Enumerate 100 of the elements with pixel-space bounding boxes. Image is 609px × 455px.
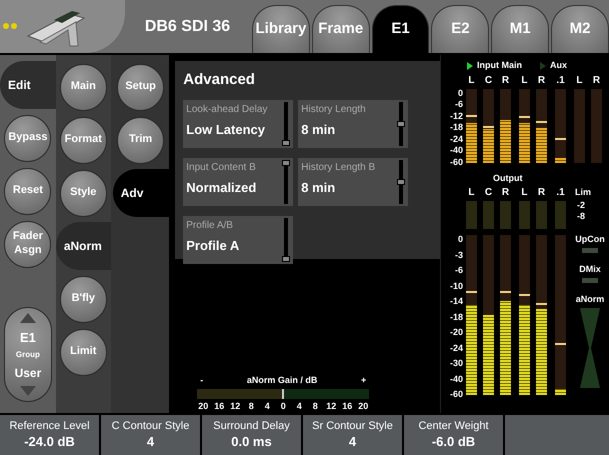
round-button[interactable]: Trim <box>117 116 164 164</box>
group-selector[interactable]: E1 Group User <box>4 307 52 402</box>
channel-label: L <box>520 188 529 198</box>
parameter-label: Input Content B <box>186 160 257 174</box>
nav-tab[interactable]: aNorm <box>56 222 111 270</box>
parameter-value: -24.0 dB <box>24 434 75 450</box>
scale-label: -14 <box>450 297 463 306</box>
scale-label: -20 <box>450 328 463 337</box>
parameter-card[interactable]: Profile A/B Profile A <box>183 216 294 264</box>
parameter-label: Center Weight <box>418 420 489 434</box>
round-button[interactable]: Setup <box>117 64 164 110</box>
parameter-control[interactable]: Reference Level -24.0 dB <box>0 415 99 455</box>
up-arrow-icon[interactable] <box>20 313 36 323</box>
parameter-value: 4 <box>146 434 154 450</box>
slider-thumb[interactable] <box>397 120 406 126</box>
parameter-value: 0.0 ms <box>231 434 272 450</box>
parameter-card[interactable]: History Length 8 min <box>298 100 408 148</box>
scale-label: -18 <box>450 312 463 322</box>
slider-track[interactable] <box>399 160 404 204</box>
limiter-meter <box>518 201 530 229</box>
parameter-card[interactable]: History Length B 8 min <box>298 158 408 206</box>
parameter-value: 8 min <box>301 120 336 138</box>
scale-label: -24 <box>450 134 463 144</box>
limiter-meter <box>482 201 494 229</box>
indicator-label: DMix <box>579 265 601 274</box>
slider-track[interactable] <box>284 218 288 262</box>
channel-label: R <box>500 188 510 198</box>
scale-label: -30 <box>450 359 463 368</box>
tab[interactable]: Library <box>252 5 310 53</box>
channel-label: L <box>467 188 476 198</box>
parameter-control[interactable]: Sr Contour Style 4 <box>303 415 402 455</box>
scale-label: 16 <box>213 402 226 411</box>
scale-label: 4 <box>296 402 303 411</box>
meter-title: Output <box>492 172 524 185</box>
slider-thumb[interactable] <box>282 256 290 262</box>
scale-label: -8 <box>576 212 585 221</box>
round-button[interactable]: Fader Asgn <box>4 220 52 268</box>
gain-meter-title: aNorm Gain / dB <box>246 374 318 386</box>
slider-track[interactable] <box>399 102 404 146</box>
scale-label: -60 <box>450 390 463 399</box>
round-button[interactable]: Reset <box>4 168 52 214</box>
tab[interactable]: E2 <box>431 5 490 53</box>
channel-label: R <box>536 76 546 86</box>
parameter-label: Surround Delay <box>213 420 290 434</box>
nav-tab[interactable]: Edit <box>0 61 56 109</box>
channel-label: .1 <box>555 76 566 86</box>
parameter-value: Low Latency <box>186 120 266 139</box>
scale-label: -2 <box>576 201 585 210</box>
channel-label: .1 <box>555 188 566 198</box>
limiter-meter <box>536 201 547 229</box>
parameter-control[interactable]: C Contour Style 4 <box>101 415 200 455</box>
meter-title: Aux <box>550 59 567 72</box>
scale-label: -12 <box>450 112 463 120</box>
tab[interactable]: Frame <box>312 5 370 53</box>
slider-thumb[interactable] <box>397 178 406 184</box>
group-label: Group <box>16 351 40 359</box>
nav-tab[interactable]: Adv <box>112 169 169 217</box>
device-title: DB6 SDI 36 <box>144 16 230 36</box>
scale-label: 12 <box>325 402 338 411</box>
round-button[interactable]: Format <box>60 116 107 164</box>
channel-label: R <box>500 76 510 86</box>
channel-label: L <box>575 76 584 86</box>
parameter-control[interactable]: Surround Delay 0.0 ms <box>202 415 301 455</box>
round-button[interactable]: Main <box>60 64 107 110</box>
slider-thumb[interactable] <box>282 160 290 166</box>
group-mode: User <box>14 366 42 378</box>
tab[interactable]: E1 <box>372 5 430 53</box>
parameter-value: Normalized <box>186 178 258 196</box>
scale-label: -40 <box>450 374 463 384</box>
channel-label: R <box>592 76 602 86</box>
tab[interactable]: M1 <box>491 5 550 53</box>
round-button[interactable]: B'fly <box>60 276 107 322</box>
channel-label: C <box>484 188 494 198</box>
parameter-control[interactable]: Center Weight -6.0 dB <box>404 415 503 455</box>
channel-label: R <box>536 188 546 198</box>
scale-label: 4 <box>264 402 271 411</box>
tab[interactable]: M2 <box>551 5 609 53</box>
scale-label: 0 <box>280 402 287 411</box>
parameter-label: Profile A/B <box>186 218 234 232</box>
channel-label: C <box>484 76 494 86</box>
scale-label: -6 <box>454 100 463 109</box>
minus-sign: - <box>200 374 204 386</box>
parameter-card[interactable]: Look-ahead Delay Low Latency <box>183 100 294 148</box>
round-button[interactable]: Bypass <box>4 114 52 162</box>
round-button[interactable]: Style <box>60 170 107 216</box>
scale-label: 20 <box>197 402 210 411</box>
hourglass-meter-icon <box>578 308 602 388</box>
limiter-label: Lim <box>574 188 591 197</box>
scale-label: 16 <box>341 402 354 411</box>
slider-track[interactable] <box>284 102 288 146</box>
scale-label: -18 <box>450 123 463 132</box>
parameter-card[interactable]: Input Content B Normalized <box>183 158 294 206</box>
scale-label: -60 <box>450 158 463 166</box>
scale-label: 8 <box>248 402 255 411</box>
slider-thumb[interactable] <box>282 140 290 146</box>
slider-track[interactable] <box>284 160 288 204</box>
limiter-meter <box>554 201 566 229</box>
parameter-value: Profile A <box>186 236 240 254</box>
scale-label: -6 <box>454 266 463 275</box>
round-button[interactable]: Limit <box>60 328 107 376</box>
